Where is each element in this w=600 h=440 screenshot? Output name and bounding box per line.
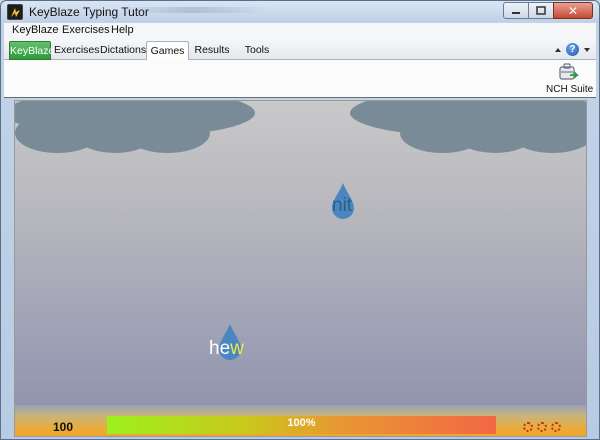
raindrop-word: hew <box>209 338 244 360</box>
cloud-left-lobe <box>125 113 210 153</box>
tab-exercises[interactable]: Exercises <box>54 41 100 60</box>
tab-dictations[interactable]: Dictations <box>100 41 146 60</box>
score: 100 <box>53 420 74 434</box>
nch-suite-icon <box>559 63 579 80</box>
collapse-ribbon-icon[interactable] <box>555 47 561 52</box>
close-icon: ✕ <box>567 3 579 18</box>
tab-games[interactable]: Games <box>146 41 189 61</box>
title-bar[interactable]: KeyBlaze Typing Tutor ✕ <box>1 1 599 22</box>
cloud-right-lobe <box>510 113 586 153</box>
tab-tools[interactable]: Tools <box>241 41 273 60</box>
progress-bar: 100% <box>107 416 496 434</box>
keyblaze-logo-icon[interactable] <box>7 4 23 20</box>
maximize-button[interactable] <box>528 2 554 19</box>
menu-keyblaze[interactable]: KeyBlaze <box>12 24 58 36</box>
nch-suite-label: NCH Suite <box>546 84 594 95</box>
ribbon-options: ? <box>555 43 590 56</box>
tab-keyblaze[interactable]: KeyBlaze <box>9 41 54 60</box>
typed-letters: he <box>209 338 231 359</box>
window-controls: ✕ <box>503 2 593 19</box>
life-icon <box>523 422 533 432</box>
minimize-icon <box>512 11 520 14</box>
tab-results[interactable]: Results <box>192 41 232 60</box>
menu-exercises[interactable]: Exercises <box>62 24 110 36</box>
title-bar-blur <box>119 7 269 13</box>
game-area[interactable]: nit hew 100 100% <box>14 100 587 437</box>
raindrop-word: nit <box>332 195 352 217</box>
raindrop-active: hew <box>209 324 244 363</box>
close-button[interactable]: ✕ <box>553 2 593 19</box>
game-status-bar: 100 100% <box>15 405 586 436</box>
app-window: KeyBlaze Typing Tutor ✕ KeyBlaze Exercis… <box>0 0 600 440</box>
life-icon <box>551 422 561 432</box>
menu-help[interactable]: Help <box>111 24 134 36</box>
nch-suite-button[interactable]: NCH Suite <box>546 62 594 96</box>
raindrop: nit <box>331 183 355 222</box>
current-letter: w <box>230 338 244 359</box>
lives <box>523 422 561 432</box>
life-icon <box>537 422 547 432</box>
toolbar: NCH Suite <box>4 60 596 98</box>
progress-label: 100% <box>287 417 316 429</box>
help-dropdown-icon[interactable] <box>584 47 590 52</box>
maximize-icon <box>536 6 546 15</box>
help-icon[interactable]: ? <box>566 43 579 56</box>
ribbon-tabs: KeyBlaze Exercises Dictations Games Resu… <box>4 39 596 61</box>
minimize-button[interactable] <box>503 2 529 19</box>
remaining-letters: nit <box>332 195 353 216</box>
menu-bar: KeyBlaze Exercises Help <box>4 23 596 39</box>
